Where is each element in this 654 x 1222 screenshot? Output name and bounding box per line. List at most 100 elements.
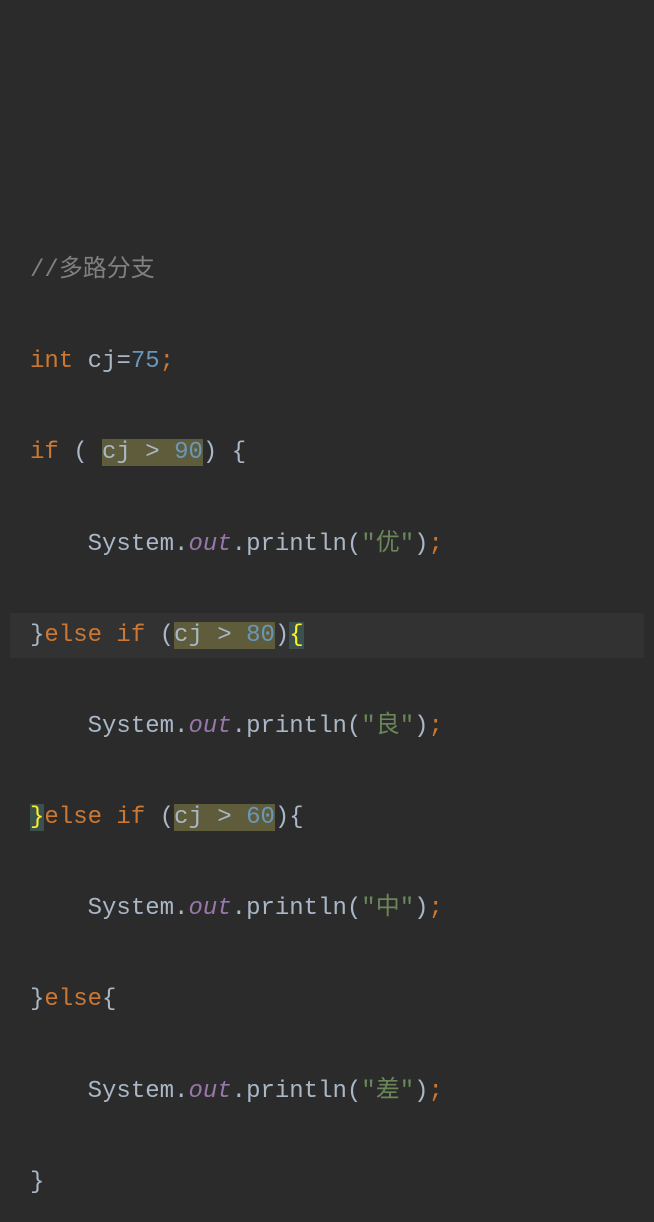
- dot: .: [174, 895, 188, 922]
- number-literal: 90: [174, 439, 203, 466]
- comment-text: 多路分支: [59, 257, 155, 284]
- dot: .: [174, 1078, 188, 1105]
- comment-slashes: //: [30, 257, 59, 284]
- space: [131, 439, 145, 466]
- brace-close: }: [30, 1169, 44, 1196]
- brace-open-matched: {: [289, 622, 303, 649]
- semicolon: ;: [429, 1078, 443, 1105]
- field-out: out: [188, 1078, 231, 1105]
- class-system: System: [88, 1078, 174, 1105]
- dot: .: [232, 895, 246, 922]
- paren-open: (: [347, 531, 361, 558]
- code-line-3[interactable]: if ( cj > 90) {: [10, 430, 644, 476]
- field-out: out: [188, 713, 231, 740]
- number-literal: 60: [246, 804, 275, 831]
- dot: .: [174, 713, 188, 740]
- paren-open: (: [73, 439, 102, 466]
- paren-open: (: [160, 622, 174, 649]
- code-line-6[interactable]: System.out.println("良");: [10, 704, 644, 750]
- class-system: System: [88, 531, 174, 558]
- brace-close: }: [30, 986, 44, 1013]
- code-line-8[interactable]: System.out.println("中");: [10, 886, 644, 932]
- keyword-if: if: [116, 622, 145, 649]
- brace-close: }: [30, 622, 44, 649]
- paren-open: (: [347, 1078, 361, 1105]
- brace-open: {: [289, 804, 303, 831]
- indent: [30, 895, 88, 922]
- variable-ref: cj: [174, 804, 203, 831]
- code-line-5[interactable]: }else if (cj > 80){: [10, 613, 644, 659]
- space: [73, 348, 87, 375]
- space: [217, 439, 231, 466]
- space: [232, 804, 246, 831]
- space: [160, 439, 174, 466]
- code-editor[interactable]: //多路分支 int cj=75; if ( cj > 90) { System…: [10, 202, 644, 1222]
- dot: .: [232, 531, 246, 558]
- paren-close: ): [414, 713, 428, 740]
- method-println: println: [246, 531, 347, 558]
- brace-open: {: [232, 439, 246, 466]
- operator-gt: >: [217, 622, 231, 649]
- space: [102, 804, 116, 831]
- string-literal: "中": [361, 895, 414, 922]
- brace-close-matched: }: [30, 804, 44, 831]
- paren-close: ): [275, 804, 289, 831]
- variable-ref: cj: [102, 439, 131, 466]
- keyword-else: else: [44, 986, 102, 1013]
- keyword-if: if: [30, 439, 59, 466]
- code-line-1[interactable]: //多路分支: [10, 248, 644, 294]
- code-line-11[interactable]: }: [10, 1160, 644, 1206]
- code-line-7[interactable]: }else if (cj > 60){: [10, 795, 644, 841]
- paren-open: (: [347, 713, 361, 740]
- space: [145, 622, 159, 649]
- number-literal: 80: [246, 622, 275, 649]
- space: [145, 804, 159, 831]
- semicolon: ;: [429, 531, 443, 558]
- keyword-if: if: [116, 804, 145, 831]
- operator-gt: >: [145, 439, 159, 466]
- variable-ref: cj: [174, 622, 203, 649]
- brace-open: {: [102, 986, 116, 1013]
- paren-close: ): [414, 895, 428, 922]
- space: [232, 622, 246, 649]
- field-out: out: [188, 895, 231, 922]
- number-literal: 75: [131, 348, 160, 375]
- string-literal: "良": [361, 713, 414, 740]
- paren-close: ): [275, 622, 289, 649]
- dot: .: [232, 1078, 246, 1105]
- indent: [30, 1078, 88, 1105]
- assign-op: =: [116, 348, 130, 375]
- keyword-int: int: [30, 348, 73, 375]
- code-line-4[interactable]: System.out.println("优");: [10, 522, 644, 568]
- space: [203, 622, 217, 649]
- dot: .: [232, 713, 246, 740]
- method-println: println: [246, 895, 347, 922]
- string-literal: "差": [361, 1078, 414, 1105]
- keyword-else: else: [44, 804, 102, 831]
- code-line-10[interactable]: System.out.println("差");: [10, 1069, 644, 1115]
- dot: .: [174, 531, 188, 558]
- method-println: println: [246, 713, 347, 740]
- indent: [30, 713, 88, 740]
- paren-close: ): [414, 1078, 428, 1105]
- space: [59, 439, 73, 466]
- semicolon: ;: [160, 348, 174, 375]
- code-line-2[interactable]: int cj=75;: [10, 339, 644, 385]
- indent: [30, 531, 88, 558]
- paren-open: (: [160, 804, 174, 831]
- method-println: println: [246, 1078, 347, 1105]
- class-system: System: [88, 895, 174, 922]
- paren-close: ): [414, 531, 428, 558]
- variable-name: cj: [88, 348, 117, 375]
- class-system: System: [88, 713, 174, 740]
- field-out: out: [188, 531, 231, 558]
- space: [203, 804, 217, 831]
- semicolon: ;: [429, 713, 443, 740]
- semicolon: ;: [429, 895, 443, 922]
- paren-close: ): [203, 439, 217, 466]
- code-line-9[interactable]: }else{: [10, 977, 644, 1023]
- keyword-else: else: [44, 622, 102, 649]
- string-literal: "优": [361, 531, 414, 558]
- space: [102, 622, 116, 649]
- paren-open: (: [347, 895, 361, 922]
